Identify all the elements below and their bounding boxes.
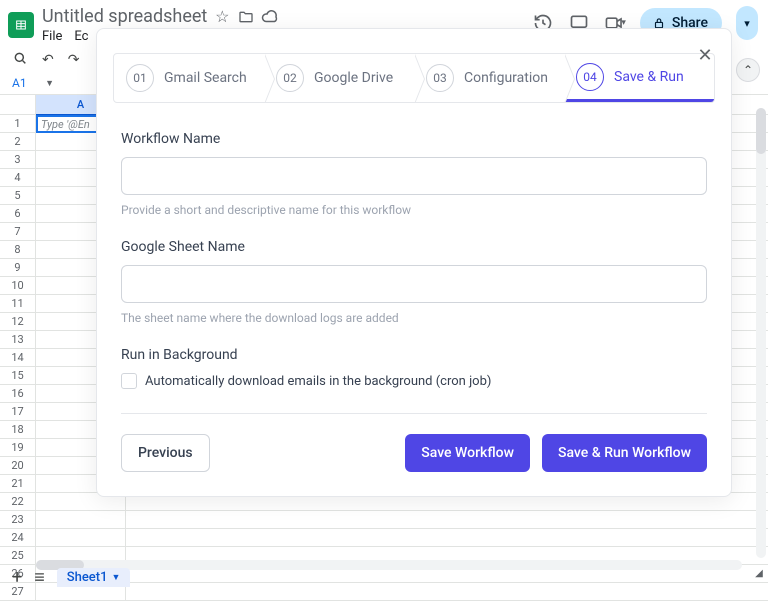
row-header[interactable]: 19: [0, 439, 36, 457]
row-header[interactable]: 18: [0, 421, 36, 439]
step-number: 01: [126, 64, 154, 92]
row-header[interactable]: 13: [0, 331, 36, 349]
workflow-name-input[interactable]: [121, 157, 707, 195]
row-header[interactable]: 8: [0, 241, 36, 259]
search-menu-icon[interactable]: [12, 50, 28, 70]
row-header[interactable]: 2: [0, 133, 36, 151]
step-label: Save & Run: [614, 69, 684, 85]
background-checkbox-label: Automatically download emails in the bac…: [145, 374, 491, 389]
menu-edit-truncated[interactable]: Ec: [74, 29, 88, 44]
step-number: 03: [426, 64, 454, 92]
menu-file[interactable]: File: [42, 29, 62, 44]
divider: [121, 413, 707, 414]
step-label: Configuration: [464, 70, 548, 86]
sheet-tab-label: Sheet1: [67, 570, 108, 585]
row-header[interactable]: 4: [0, 169, 36, 187]
select-all-corner[interactable]: [0, 95, 36, 115]
row-header[interactable]: 24: [0, 529, 36, 547]
row-header[interactable]: 10: [0, 277, 36, 295]
sheet-name-label: Google Sheet Name: [121, 239, 707, 255]
row-header[interactable]: 5: [0, 187, 36, 205]
row-header[interactable]: 1: [0, 115, 36, 133]
step-google-drive[interactable]: 02 Google Drive: [264, 54, 414, 102]
sheet-name-input[interactable]: [121, 265, 707, 303]
row-header[interactable]: 25: [0, 547, 36, 565]
cloud-status-icon[interactable]: [261, 8, 279, 26]
row-header[interactable]: 9: [0, 259, 36, 277]
row-header[interactable]: 3: [0, 151, 36, 169]
row-header[interactable]: 7: [0, 223, 36, 241]
step-gmail-search[interactable]: 01 Gmail Search: [114, 54, 264, 102]
all-sheets-icon[interactable]: ≡: [34, 567, 45, 588]
row-header[interactable]: 11: [0, 295, 36, 313]
step-configuration[interactable]: 03 Configuration: [414, 54, 564, 102]
vertical-scrollbar[interactable]: [756, 108, 766, 558]
doc-title[interactable]: Untitled spreadsheet: [42, 6, 207, 27]
workflow-name-help: Provide a short and descriptive name for…: [121, 203, 707, 217]
row-header[interactable]: 12: [0, 313, 36, 331]
move-icon[interactable]: [237, 8, 255, 26]
step-label: Gmail Search: [164, 70, 247, 86]
chevron-down-icon: ▼: [111, 572, 120, 583]
sheets-logo[interactable]: [8, 12, 34, 38]
undo-icon[interactable]: ↶: [42, 52, 54, 68]
row-header[interactable]: 15: [0, 367, 36, 385]
previous-button[interactable]: Previous: [121, 434, 210, 472]
background-label: Run in Background: [121, 347, 707, 363]
chevron-down-icon: ▼: [45, 78, 54, 89]
horizontal-scrollbar[interactable]: [36, 560, 742, 570]
row-header[interactable]: 21: [0, 475, 36, 493]
step-number: 02: [276, 64, 304, 92]
star-icon[interactable]: ☆: [213, 8, 231, 26]
explore-icon[interactable]: ◢: [752, 566, 766, 580]
sheet-name-help: The sheet name where the download logs a…: [121, 311, 707, 325]
step-number: 04: [576, 63, 604, 91]
collapse-toolbar-icon[interactable]: ⌃: [736, 58, 760, 82]
background-checkbox[interactable]: [121, 373, 137, 389]
row-header[interactable]: 6: [0, 205, 36, 223]
add-sheet-icon[interactable]: +: [12, 567, 22, 588]
step-save-run[interactable]: 04 Save & Run: [564, 54, 714, 102]
workflow-modal: ✕ 01 Gmail Search 02 Google Drive 03 Con…: [96, 28, 732, 497]
row-header[interactable]: 20: [0, 457, 36, 475]
redo-icon[interactable]: ↷: [68, 52, 80, 68]
row-header[interactable]: 14: [0, 349, 36, 367]
cell[interactable]: [36, 511, 126, 529]
sheet-tab-1[interactable]: Sheet1 ▼: [57, 568, 131, 587]
row-header[interactable]: 23: [0, 511, 36, 529]
name-box[interactable]: A1 ▼: [6, 76, 54, 90]
save-run-workflow-button[interactable]: Save & Run Workflow: [542, 434, 707, 472]
share-dropdown[interactable]: ▾: [736, 6, 758, 40]
save-workflow-button[interactable]: Save Workflow: [405, 434, 530, 472]
workflow-name-label: Workflow Name: [121, 131, 707, 147]
cell[interactable]: [36, 529, 126, 547]
name-box-value: A1: [12, 76, 27, 90]
stepper: 01 Gmail Search 02 Google Drive 03 Confi…: [113, 53, 715, 103]
step-label: Google Drive: [314, 70, 393, 86]
row-header[interactable]: 16: [0, 385, 36, 403]
row-header[interactable]: 22: [0, 493, 36, 511]
row-header[interactable]: 17: [0, 403, 36, 421]
